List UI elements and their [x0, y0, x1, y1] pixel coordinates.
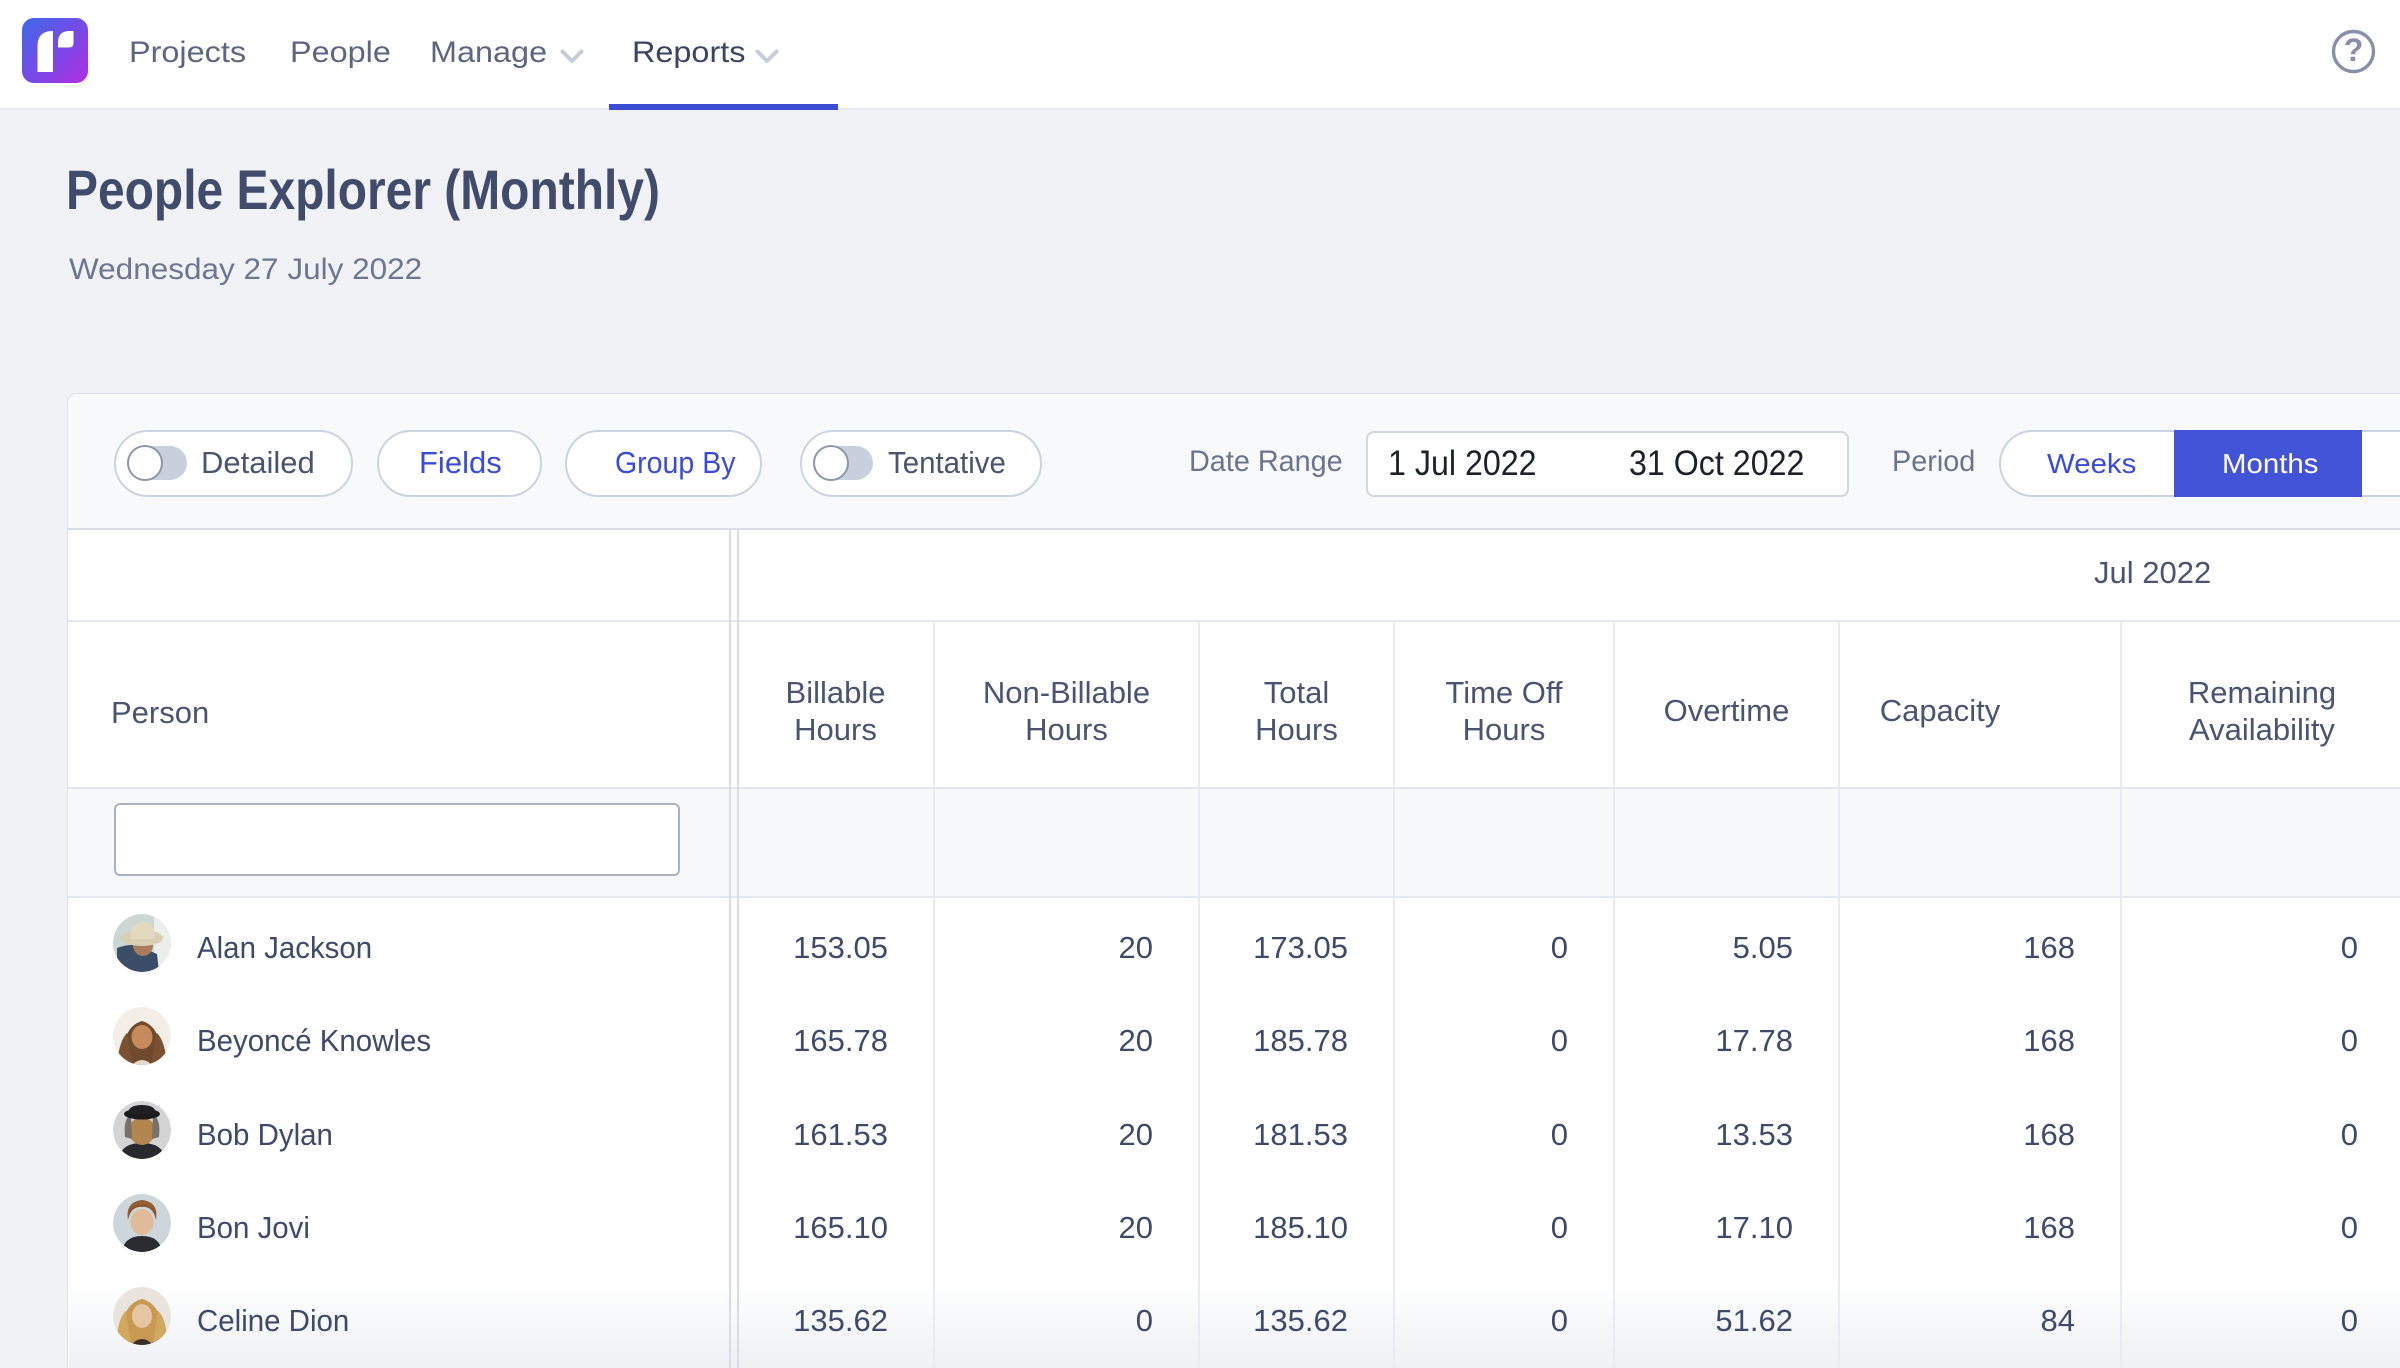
svg-text:?: ?	[2344, 32, 2364, 68]
